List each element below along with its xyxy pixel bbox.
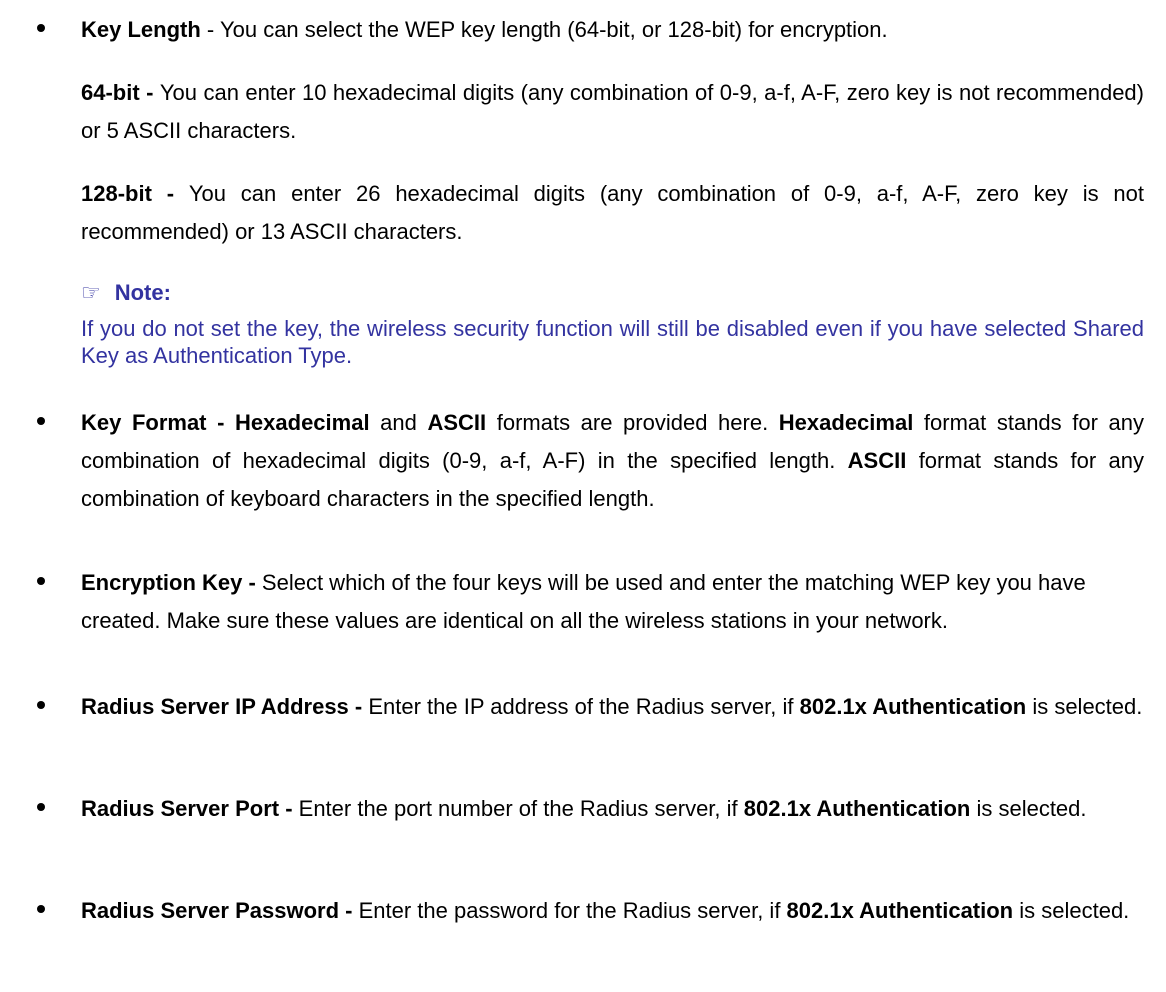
key-format-and: and bbox=[369, 410, 428, 435]
radius-ip-item: Radius Server IP Address - Enter the IP … bbox=[37, 688, 1144, 726]
radius-password-label: Radius Server Password - bbox=[81, 898, 359, 923]
radius-password-tail: is selected. bbox=[1013, 898, 1130, 923]
encryption-key-label: Encryption Key - bbox=[81, 570, 262, 595]
bullet-dot bbox=[37, 701, 45, 709]
note-text: If you do not set the key, the wireless … bbox=[81, 316, 1144, 368]
bit64-text: You can enter 10 hexadecimal digits (any… bbox=[81, 80, 1144, 143]
key-format-text1: formats are provided here. bbox=[486, 410, 779, 435]
bit128-paragraph: 128-bit - You can enter 26 hexadecimal d… bbox=[81, 175, 1144, 251]
key-length-text: - You can select the WEP key length (64-… bbox=[200, 17, 888, 42]
document-page: Key Length - You can select the WEP key … bbox=[0, 0, 1166, 992]
radius-port-tail: is selected. bbox=[970, 796, 1087, 821]
key-format-item: Key Format - Hexadecimal and ASCII forma… bbox=[37, 404, 1144, 518]
bit128-text: You can enter 26 hexadecimal digits (any… bbox=[81, 181, 1144, 244]
radius-ip-label: Radius Server IP Address - bbox=[81, 694, 369, 719]
bullet-dot bbox=[37, 803, 45, 811]
bit128-label: 128-bit - bbox=[81, 181, 189, 206]
radius-ip-text: Enter the IP address of the Radius serve… bbox=[368, 694, 800, 719]
radius-password-text: Enter the password for the Radius server… bbox=[358, 898, 787, 923]
bullet-dot bbox=[37, 577, 45, 585]
bullet-dot bbox=[37, 905, 45, 913]
bit64-label: 64-bit - bbox=[81, 80, 160, 105]
pointing-hand-icon: ☞ bbox=[81, 281, 101, 306]
key-length-item: Key Length - You can select the WEP key … bbox=[37, 11, 1144, 49]
encryption-key-item: Encryption Key - Select which of the fou… bbox=[37, 564, 1144, 640]
radius-password-bold: 802.1x Authentication bbox=[786, 898, 1014, 923]
radius-port-label: Radius Server Port - bbox=[81, 796, 299, 821]
bit64-paragraph: 64-bit - You can enter 10 hexadecimal di… bbox=[81, 74, 1144, 150]
radius-password-item: Radius Server Password - Enter the passw… bbox=[37, 892, 1144, 930]
radius-port-item: Radius Server Port - Enter the port numb… bbox=[37, 790, 1144, 828]
note-heading: Note: bbox=[114, 280, 171, 305]
radius-port-text: Enter the port number of the Radius serv… bbox=[298, 796, 744, 821]
key-format-label: Key Format - bbox=[81, 410, 236, 435]
bullet-dot bbox=[37, 417, 45, 425]
radius-ip-bold: 802.1x Authentication bbox=[799, 694, 1027, 719]
radius-ip-tail: is selected. bbox=[1026, 694, 1143, 719]
note-block: ☞ Note: If you do not set the key, the wi… bbox=[81, 278, 1144, 369]
radius-port-bold: 802.1x Authentication bbox=[743, 796, 971, 821]
bullet-dot bbox=[37, 24, 45, 32]
key-format-ascii: ASCII bbox=[427, 410, 487, 435]
key-format-hex2: Hexadecimal bbox=[778, 410, 914, 435]
key-format-hex: Hexadecimal bbox=[235, 410, 370, 435]
key-format-ascii2: ASCII bbox=[847, 448, 907, 473]
key-length-label: Key Length bbox=[81, 17, 201, 42]
